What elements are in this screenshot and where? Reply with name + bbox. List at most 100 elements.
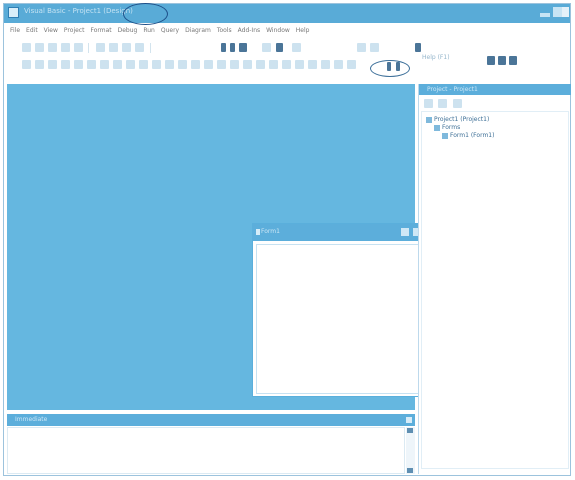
- immediate-window-title: Immediate: [15, 416, 48, 423]
- bring-to-front-icon[interactable]: [22, 60, 31, 69]
- step-over-icon[interactable]: [217, 60, 226, 69]
- outdent-icon[interactable]: [178, 60, 187, 69]
- watch-window-icon[interactable]: [269, 60, 278, 69]
- menu-help[interactable]: Help: [296, 27, 310, 34]
- folder-icon: [434, 124, 440, 131]
- center-horizontally-icon[interactable]: [100, 60, 109, 69]
- menu-project[interactable]: Project: [64, 27, 85, 34]
- menu-bar: File Edit View Project Format Debug Run …: [4, 24, 570, 36]
- scroll-up-arrow-icon[interactable]: [407, 428, 413, 433]
- menu-query[interactable]: Query: [161, 27, 179, 34]
- find-icon[interactable]: [135, 43, 144, 52]
- close-button[interactable]: [562, 7, 569, 17]
- menu-window[interactable]: Window: [266, 27, 290, 34]
- cut-icon[interactable]: [96, 43, 105, 52]
- immediate-window: Immediate: [7, 414, 415, 474]
- project-explorer-title: Project - Project1: [427, 86, 478, 93]
- step-into-icon[interactable]: [204, 60, 213, 69]
- tile-vertical-icon[interactable]: [498, 56, 506, 65]
- tree-item-project[interactable]: Project1 (Project1): [426, 116, 489, 123]
- menu-debug[interactable]: Debug: [118, 27, 138, 34]
- align-left-icon[interactable]: [48, 60, 57, 69]
- object-browser-icon[interactable]: [292, 43, 301, 52]
- menu-edit[interactable]: Edit: [26, 27, 38, 34]
- add-form-icon[interactable]: [35, 43, 44, 52]
- lock-controls-icon[interactable]: [126, 60, 135, 69]
- menu-add-ins[interactable]: Add-Ins: [238, 27, 260, 34]
- previous-bookmark-icon[interactable]: [334, 60, 343, 69]
- tree-item-label: Forms: [442, 124, 461, 131]
- menu-view[interactable]: View: [44, 27, 58, 34]
- form-canvas[interactable]: [256, 244, 440, 394]
- save-icon[interactable]: [74, 43, 83, 52]
- indent-icon[interactable]: [165, 60, 174, 69]
- align-right-icon[interactable]: [74, 60, 83, 69]
- toolbox-icon[interactable]: [357, 43, 366, 52]
- menu-tools[interactable]: Tools: [217, 27, 232, 34]
- locals-window-icon[interactable]: [243, 60, 252, 69]
- project-explorer-title-bar[interactable]: Project - Project1: [419, 84, 571, 95]
- data-view-icon[interactable]: [370, 43, 379, 52]
- tree-item-forms[interactable]: Forms: [434, 124, 460, 131]
- form-window-title: Form1: [261, 228, 280, 235]
- cascade-icon[interactable]: [509, 56, 517, 65]
- menu-editor-icon[interactable]: [48, 43, 57, 52]
- menu-file[interactable]: File: [10, 27, 20, 34]
- open-icon[interactable]: [61, 43, 70, 52]
- tree-item-label: Project1 (Project1): [434, 116, 490, 123]
- tree-item-label: Form1 (Form1): [450, 132, 495, 139]
- uncomment-block-icon[interactable]: [152, 60, 161, 69]
- toggle-folders-icon[interactable]: [453, 99, 462, 108]
- toolbar-separator: [150, 43, 151, 53]
- project-explorer-icon[interactable]: [262, 43, 271, 52]
- break-icon[interactable]: [230, 43, 235, 52]
- start-icon[interactable]: [221, 43, 226, 52]
- form-window-title-bar[interactable]: Form1: [253, 224, 444, 241]
- view-code-icon[interactable]: [424, 99, 433, 108]
- make-same-size-icon[interactable]: [87, 60, 96, 69]
- menu-run[interactable]: Run: [143, 27, 155, 34]
- form-icon: [256, 229, 260, 235]
- copy-icon[interactable]: [109, 43, 118, 52]
- immediate-window-icon[interactable]: [256, 60, 265, 69]
- window-title: Visual Basic - Project1 (Design): [24, 7, 133, 15]
- view-object-icon[interactable]: [438, 99, 447, 108]
- app-icon[interactable]: [8, 7, 19, 18]
- tree-item-form1[interactable]: Form1 (Form1): [442, 132, 494, 139]
- project-tree: Project1 (Project1) Forms Form1 (Form1): [421, 111, 569, 469]
- standard-toolbar: [4, 41, 570, 55]
- position-icon: [415, 43, 421, 52]
- end-icon[interactable]: [239, 43, 247, 52]
- immediate-input-area[interactable]: [7, 427, 405, 474]
- menu-format[interactable]: Format: [90, 27, 111, 34]
- minimize-button[interactable]: [401, 228, 409, 236]
- align-center-icon[interactable]: [61, 60, 70, 69]
- form-window[interactable]: Form1: [252, 223, 445, 397]
- properties-window-icon[interactable]: [276, 43, 283, 52]
- form-icon: [442, 132, 448, 139]
- send-to-back-icon[interactable]: [35, 60, 44, 69]
- bookmark-icon[interactable]: [308, 60, 317, 69]
- close-button[interactable]: [406, 417, 412, 423]
- call-stack-icon[interactable]: [295, 60, 304, 69]
- scroll-down-arrow-icon[interactable]: [407, 468, 413, 473]
- toggle-breakpoint-icon[interactable]: [191, 60, 200, 69]
- quick-watch-icon[interactable]: [282, 60, 291, 69]
- project-explorer-panel: Project - Project1 Project1 (Project1) F…: [418, 84, 571, 474]
- paste-icon[interactable]: [122, 43, 131, 52]
- immediate-window-title-bar[interactable]: Immediate: [7, 414, 415, 426]
- clear-bookmarks-icon[interactable]: [347, 60, 356, 69]
- vertical-scrollbar[interactable]: [406, 427, 415, 474]
- minimize-button[interactable]: [540, 13, 550, 17]
- project-explorer-toolbar: [419, 97, 571, 109]
- new-project-icon[interactable]: [22, 43, 31, 52]
- comment-block-icon[interactable]: [139, 60, 148, 69]
- next-bookmark-icon[interactable]: [321, 60, 330, 69]
- step-out-icon[interactable]: [230, 60, 239, 69]
- toolbar-separator: [88, 43, 89, 53]
- form-editor-toolbar: [4, 56, 570, 72]
- tile-horizontal-icon[interactable]: [487, 56, 495, 65]
- menu-diagram[interactable]: Diagram: [185, 27, 211, 34]
- highlight-circle: [123, 3, 168, 25]
- center-vertically-icon[interactable]: [113, 60, 122, 69]
